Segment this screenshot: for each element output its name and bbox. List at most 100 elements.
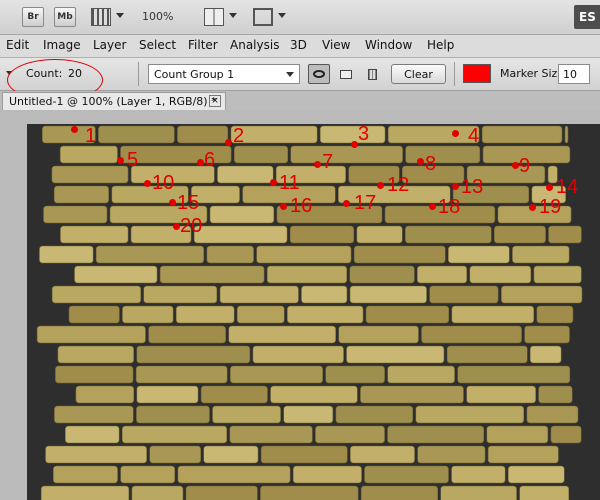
- count-marker-dot[interactable]: [429, 203, 436, 210]
- brick: [466, 385, 537, 404]
- brick: [457, 365, 571, 384]
- count-marker-dot[interactable]: [225, 139, 232, 146]
- brick: [550, 425, 582, 444]
- bridge-button[interactable]: Br: [22, 7, 44, 27]
- brick: [149, 445, 201, 464]
- brick: [301, 285, 348, 304]
- trash-icon: [368, 69, 377, 80]
- count-marker-dot[interactable]: [270, 179, 277, 186]
- brick: [349, 265, 415, 284]
- count-marker-dot[interactable]: [71, 126, 78, 133]
- count-marker-label: 10: [152, 172, 175, 194]
- count-marker-label: 6: [204, 149, 216, 171]
- brick: [446, 345, 528, 364]
- menu-window[interactable]: Window: [365, 38, 412, 52]
- canvas-area[interactable]: 1 2 3 4 5 6 7 8 9 10 11 12 13 14 15 16 17 18 19 20: [0, 110, 600, 500]
- chevron-down-icon[interactable]: [116, 13, 124, 18]
- count-group-select[interactable]: Count Group 1: [148, 64, 300, 84]
- brick: [266, 265, 348, 284]
- count-marker-dot[interactable]: [197, 159, 204, 166]
- menu-edit[interactable]: Edit: [6, 38, 29, 52]
- brick: [121, 425, 228, 444]
- brick: [365, 305, 450, 324]
- brick: [68, 305, 120, 324]
- chevron-down-icon[interactable]: [278, 13, 286, 18]
- count-marker-dot[interactable]: [173, 223, 180, 230]
- count-marker-label: 17: [354, 192, 377, 214]
- screen-mode-icon[interactable]: [253, 8, 273, 26]
- brick-wall-image[interactable]: 1 2 3 4 5 6 7 8 9 10 11 12 13 14 15 16 17 18 19 20: [27, 124, 600, 500]
- application-bar: Br Mb 100% ES: [0, 0, 600, 35]
- view-extras-icon[interactable]: [91, 8, 111, 26]
- count-marker-dot[interactable]: [280, 203, 287, 210]
- workspace-switcher[interactable]: ES: [574, 5, 600, 29]
- brick: [252, 345, 344, 364]
- mini-bridge-button[interactable]: Mb: [54, 7, 76, 27]
- new-count-group-button[interactable]: [336, 64, 358, 84]
- menu-help[interactable]: Help: [427, 38, 454, 52]
- count-marker-label: 3: [358, 124, 370, 145]
- brick: [143, 285, 218, 304]
- marker-color-swatch[interactable]: [463, 64, 491, 83]
- brick: [203, 445, 259, 464]
- count-marker-dot[interactable]: [351, 141, 358, 148]
- eye-icon: [313, 70, 325, 78]
- brick: [256, 245, 352, 264]
- close-glyph: ×: [211, 96, 219, 106]
- menu-3d[interactable]: 3D: [290, 38, 307, 52]
- count-marker-dot[interactable]: [314, 161, 321, 168]
- count-marker-dot[interactable]: [377, 182, 384, 189]
- chevron-down-icon[interactable]: [286, 72, 294, 77]
- brick: [519, 485, 570, 500]
- count-marker-dot[interactable]: [417, 158, 424, 165]
- brick: [533, 265, 582, 284]
- mini-bridge-label: Mb: [57, 12, 73, 22]
- brick: [136, 385, 199, 404]
- marker-size-input[interactable]: 10: [558, 64, 590, 84]
- brick: [45, 445, 147, 464]
- menu-view[interactable]: View: [322, 38, 350, 52]
- brick: [59, 145, 118, 164]
- count-marker-dot[interactable]: [144, 180, 151, 187]
- brick: [228, 325, 336, 344]
- count-marker-dot[interactable]: [117, 157, 124, 164]
- brick: [135, 365, 228, 384]
- brick-pattern: [36, 125, 583, 500]
- count-marker-dot[interactable]: [169, 199, 176, 206]
- count-marker-dot[interactable]: [512, 162, 519, 169]
- bridge-label: Br: [27, 12, 39, 22]
- zoom-level[interactable]: 100%: [142, 10, 173, 23]
- brick: [136, 345, 251, 364]
- menu-image[interactable]: Image: [43, 38, 81, 52]
- brick: [229, 425, 313, 444]
- menu-select[interactable]: Select: [139, 38, 176, 52]
- count-marker-dot[interactable]: [546, 184, 553, 191]
- menu-filter[interactable]: Filter: [188, 38, 218, 52]
- chevron-down-icon[interactable]: [229, 13, 237, 18]
- close-icon[interactable]: ×: [209, 95, 221, 107]
- brick: [51, 285, 142, 304]
- toggle-visibility-button[interactable]: [308, 64, 330, 84]
- count-marker-dot[interactable]: [452, 130, 459, 137]
- count-marker-label: 12: [387, 174, 410, 196]
- brick: [120, 465, 176, 484]
- count-marker-label: 14: [556, 176, 579, 198]
- arrange-documents-icon[interactable]: [204, 8, 224, 26]
- brick: [487, 445, 559, 464]
- options-bar: Count: 20 Count Group 1 Clear Marker Siz…: [0, 58, 600, 101]
- count-marker-label: 9: [519, 155, 531, 177]
- brick: [260, 445, 348, 464]
- count-marker-dot[interactable]: [452, 183, 459, 190]
- count-marker-dot[interactable]: [343, 200, 350, 207]
- brick: [548, 225, 582, 244]
- document-tab[interactable]: Untitled-1 @ 100% (Layer 1, RGB/8) * ×: [2, 92, 226, 110]
- delete-count-group-button[interactable]: [362, 64, 384, 84]
- count-marker-label: 16: [290, 195, 313, 217]
- brick: [360, 485, 438, 500]
- count-marker-dot[interactable]: [529, 204, 536, 211]
- count-marker-label: 15: [177, 192, 200, 214]
- menu-layer[interactable]: Layer: [93, 38, 126, 52]
- menu-analysis[interactable]: Analysis: [230, 38, 279, 52]
- brick: [325, 365, 385, 384]
- clear-button[interactable]: Clear: [391, 64, 446, 84]
